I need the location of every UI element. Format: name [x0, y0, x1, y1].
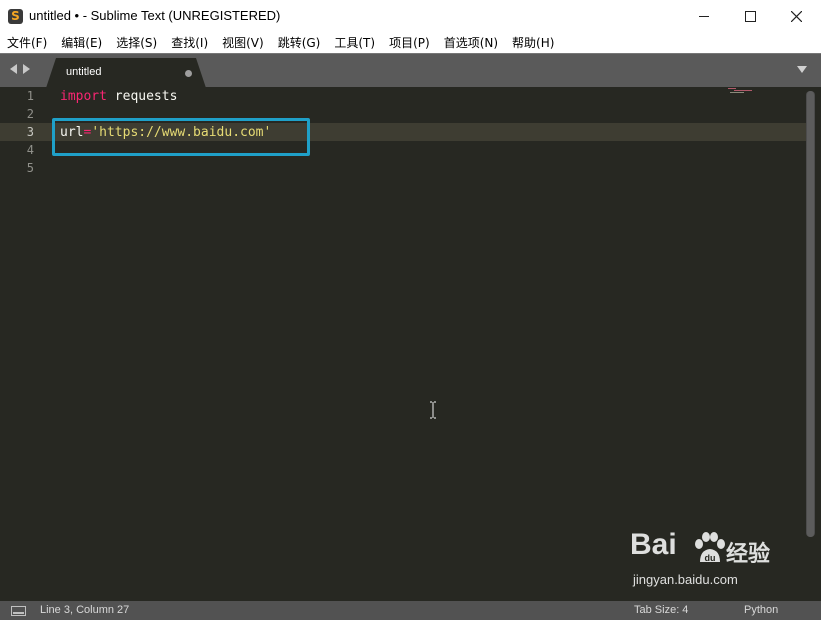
maximize-button[interactable]	[727, 0, 773, 33]
panel-toggle-icon[interactable]	[11, 606, 26, 616]
baidu-watermark: Bai du 经验 jingyan.baidu.com	[630, 528, 790, 598]
minimap[interactable]	[728, 88, 752, 94]
code-line-1[interactable]: import requests	[60, 89, 177, 104]
tab-size-indicator[interactable]: Tab Size: 4	[634, 604, 688, 616]
tab-label: untitled	[66, 66, 102, 78]
tab-dropdown-icon[interactable]	[797, 66, 807, 73]
chevron-left-icon[interactable]	[10, 64, 17, 74]
menu-goto[interactable]: 跳转(G)	[271, 33, 328, 53]
window-title: untitled • - Sublime Text (UNREGISTERED)	[29, 8, 281, 23]
text-cursor-icon	[430, 401, 436, 419]
module-name: requests	[106, 89, 178, 104]
app-icon-glyph: S	[11, 9, 20, 23]
tab-nav	[10, 64, 30, 74]
line-gutter: 1 2 3 4 5	[0, 87, 46, 601]
menu-find[interactable]: 查找(I)	[164, 33, 215, 53]
sublime-text-icon: S	[8, 9, 23, 24]
line-number: 4	[26, 143, 34, 157]
chevron-right-icon[interactable]	[23, 64, 30, 74]
close-button[interactable]	[773, 0, 819, 33]
svg-text:du: du	[705, 553, 716, 563]
cursor-position: Line 3, Column 27	[40, 604, 130, 616]
keyword-import: import	[60, 89, 107, 104]
watermark-url: jingyan.baidu.com	[633, 572, 738, 587]
status-bar: Line 3, Column 27 Tab Size: 4 Python	[0, 601, 821, 620]
menu-selection[interactable]: 选择(S)	[109, 33, 164, 53]
menu-edit[interactable]: 编辑(E)	[54, 33, 109, 53]
line-number-active: 3	[26, 125, 34, 139]
line-number: 2	[26, 107, 34, 121]
menu-project[interactable]: 项目(P)	[382, 33, 437, 53]
line-number: 1	[26, 89, 34, 103]
minimize-button[interactable]	[681, 0, 727, 33]
scrollbar-thumb[interactable]	[807, 91, 814, 537]
annotation-highlight-box	[52, 118, 310, 156]
menu-help[interactable]: 帮助(H)	[505, 33, 561, 53]
line-number: 5	[26, 161, 34, 175]
menu-file[interactable]: 文件(F)	[0, 33, 54, 53]
menu-view[interactable]: 视图(V)	[215, 33, 271, 53]
watermark-cn-text: 经验	[726, 542, 771, 567]
baidu-paw-icon: du	[695, 532, 725, 563]
watermark-brand-text: Bai	[630, 528, 677, 561]
tab-untitled[interactable]: untitled	[46, 58, 206, 88]
tab-bar: untitled	[0, 53, 821, 88]
unsaved-dot-icon[interactable]	[185, 70, 192, 77]
editor-area[interactable]: 1 2 3 4 5 import requests url='https://w…	[0, 87, 821, 601]
menu-preferences[interactable]: 首选项(N)	[437, 33, 505, 53]
close-icon	[790, 11, 802, 22]
menu-tools[interactable]: 工具(T)	[327, 33, 382, 53]
menu-bar: 文件(F) 编辑(E) 选择(S) 查找(I) 视图(V) 跳转(G) 工具(T…	[0, 33, 821, 53]
syntax-indicator[interactable]: Python	[744, 604, 778, 616]
title-bar: S untitled • - Sublime Text (UNREGISTERE…	[0, 0, 821, 33]
